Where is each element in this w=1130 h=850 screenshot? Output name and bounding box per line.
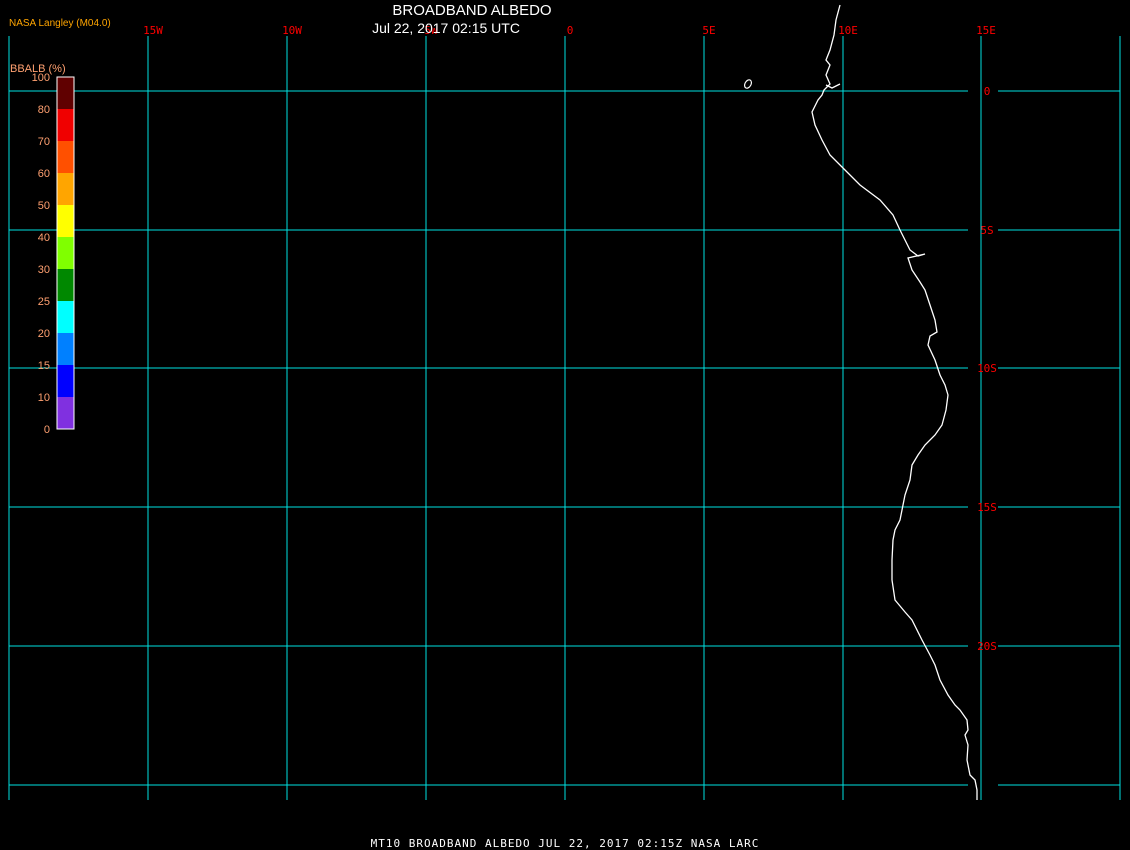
longitude-label: 15W (143, 24, 163, 37)
colorbar-swatch (57, 301, 74, 333)
lat-lon-grid: 15W 10W 5W 0 5E 10E 15E05S10S15S20S (8, 24, 1121, 800)
colorbar-swatch (57, 269, 74, 301)
latitude-label: 0 (984, 85, 991, 98)
longitude-label: 0 (567, 24, 574, 37)
colorbar-swatch (57, 333, 74, 365)
latitude-label: 10S (977, 362, 997, 375)
longitude-label: 5E (702, 24, 715, 37)
colorbar-tick-label: 0 (44, 424, 50, 436)
colorbar-tick-label: 50 (38, 200, 50, 212)
footer-caption: MT10 BROADBAND ALBEDO JUL 22, 2017 02:15… (371, 837, 760, 850)
colorbar-tick-label: 25 (38, 296, 50, 308)
colorbar-title: BBALB (%) (10, 63, 66, 75)
colorbar-swatch (57, 109, 74, 141)
colorbar-tick-label: 30 (38, 264, 50, 276)
colorbar-tick-label: 15 (38, 360, 50, 372)
credit-label: NASA Langley (M04.0) (9, 18, 111, 29)
longitude-label: 10E (838, 24, 858, 37)
map-title: BROADBAND ALBEDO (392, 2, 551, 19)
colorbar-tick-label: 80 (38, 104, 50, 116)
colorbar-swatch (57, 141, 74, 173)
longitude-label: 10W (282, 24, 302, 37)
colorbar-tick-label: 20 (38, 328, 50, 340)
albedo-map: 15W 10W 5W 0 5E 10E 15E05S10S15S20S BROADBAND … (8, 2, 1121, 850)
coastline (811, 4, 978, 800)
latitude-label: 5S (980, 224, 993, 237)
colorbar-tick-label: 40 (38, 232, 50, 244)
colorbar-swatch (57, 173, 74, 205)
island (743, 79, 753, 89)
colorbar-swatch (57, 365, 74, 397)
colorbar-swatch (57, 205, 74, 237)
coastline-detail (825, 83, 841, 89)
latitude-label: 15S (977, 501, 997, 514)
latitude-label: 20S (977, 640, 997, 653)
colorbar-swatch (57, 237, 74, 269)
colorbar-tick-label: 10 (38, 392, 50, 404)
longitude-label: 15E (976, 24, 996, 37)
colorbar-swatch (57, 397, 74, 429)
colorbar-swatch (57, 77, 74, 109)
colorbar-tick-label: 70 (38, 136, 50, 148)
colorbar-tick-label: 60 (38, 168, 50, 180)
colorbar: 100807060504030252015100 (32, 72, 75, 436)
map-datetime: Jul 22, 2017 02:15 UTC (372, 20, 520, 36)
